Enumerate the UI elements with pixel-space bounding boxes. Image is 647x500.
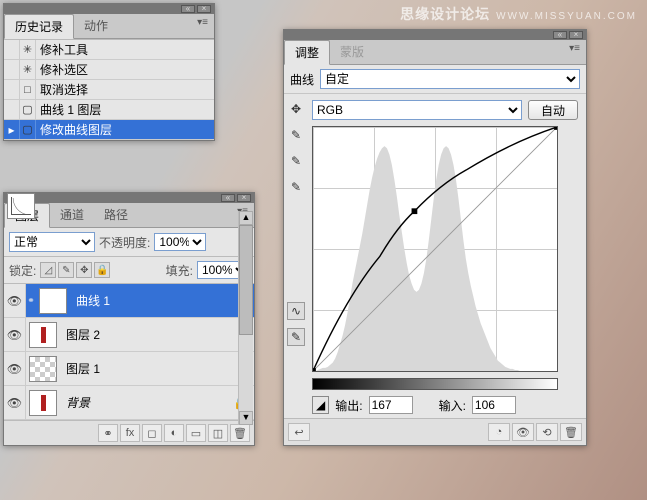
layer-row[interactable]: 👁 图层 2 <box>4 318 254 352</box>
history-item[interactable]: ✳修补选区 <box>4 60 214 80</box>
history-panel: «× 历史记录 动作 ▾≡ ✳修补工具✳修补选区□取消选择▢曲线 1 图层▸▢修… <box>3 3 215 141</box>
visibility-icon[interactable]: 👁 <box>4 352 26 385</box>
visibility-icon[interactable]: 👁 <box>4 318 26 351</box>
layer-row[interactable]: 👁 图层 1 <box>4 352 254 386</box>
blend-mode-select[interactable]: 正常 <box>9 232 95 252</box>
lock-position-icon[interactable]: ✥ <box>76 262 92 278</box>
reset-icon[interactable]: ⟲ <box>536 423 558 441</box>
layers-tabs: 图层 通道 路径 ▾≡ <box>4 203 254 228</box>
channel-select[interactable]: RGB <box>312 100 522 120</box>
panel-titlebar[interactable]: «× <box>4 193 254 203</box>
collapse-icon[interactable]: « <box>221 194 235 202</box>
layer-style-icon[interactable]: fx <box>120 424 140 442</box>
panel-menu-icon[interactable]: ▾≡ <box>191 14 214 38</box>
lock-transparency-icon[interactable]: ◿ <box>40 262 56 278</box>
histogram-icon[interactable]: ◢ <box>312 396 329 414</box>
layer-name[interactable]: 图层 1 <box>60 360 254 377</box>
target-adjust-icon[interactable]: ✥ <box>287 100 305 118</box>
tab-actions[interactable]: 动作 <box>74 14 118 38</box>
tab-paths[interactable]: 路径 <box>94 203 138 227</box>
layer-row[interactable]: 👁背景🔒 <box>4 386 254 420</box>
tab-adjustments[interactable]: 调整 <box>284 40 330 65</box>
close-icon[interactable]: × <box>197 5 211 13</box>
output-field[interactable] <box>369 396 413 414</box>
tab-channels[interactable]: 通道 <box>50 203 94 227</box>
visibility-icon[interactable]: 👁 <box>4 386 26 419</box>
history-item[interactable]: ▸▢修改曲线图层 <box>4 120 214 140</box>
curves-toolbar: ✥ ✎ ✎ ✎ ∿ ✎ <box>284 94 308 418</box>
layer-thumb[interactable] <box>29 322 57 348</box>
history-list: ✳修补工具✳修补选区□取消选择▢曲线 1 图层▸▢修改曲线图层 <box>4 39 214 140</box>
preset-select[interactable]: 自定 <box>320 69 580 89</box>
eyedropper-gray-icon[interactable]: ✎ <box>287 152 305 170</box>
group-icon[interactable]: ▭ <box>186 424 206 442</box>
lock-label: 锁定: <box>9 262 36 279</box>
scrollbar[interactable]: ▲▼ <box>238 211 253 425</box>
watermark: 思缘设计论坛WWW.MISSYUAN.COM <box>400 4 637 24</box>
fill-label: 填充: <box>166 262 193 279</box>
delete-layer-icon[interactable]: 🗑 <box>230 424 250 442</box>
layer-list: 👁⚭曲线 1👁图层 2👁图层 1👁背景🔒 <box>4 284 254 420</box>
auto-button[interactable]: 自动 <box>528 100 578 120</box>
visibility-icon[interactable]: 👁 <box>4 284 26 317</box>
history-item[interactable]: □取消选择 <box>4 80 214 100</box>
adjust-footer: ↩ ◔ 👁 ⟲ 🗑 <box>284 418 586 445</box>
adjustment-thumb[interactable] <box>7 193 35 219</box>
clip-layer-icon[interactable]: ◔ <box>488 423 510 441</box>
adjust-tabs: 调整 蒙版 ▾≡ <box>284 40 586 65</box>
new-layer-icon[interactable]: ◫ <box>208 424 228 442</box>
layer-name[interactable]: 曲线 1 <box>70 292 254 309</box>
adjustment-layer-icon[interactable]: ◐ <box>164 424 184 442</box>
tab-masks[interactable]: 蒙版 <box>330 40 374 64</box>
curve-point-mode-icon[interactable]: ∿ <box>287 302 305 320</box>
close-icon[interactable]: × <box>569 31 583 39</box>
panel-titlebar[interactable]: «× <box>284 30 586 40</box>
layer-row[interactable]: 👁⚭曲线 1 <box>4 284 254 318</box>
history-tabs: 历史记录 动作 ▾≡ <box>4 14 214 39</box>
collapse-icon[interactable]: « <box>181 5 195 13</box>
opacity-label: 不透明度: <box>99 234 150 251</box>
eyedropper-white-icon[interactable]: ✎ <box>287 178 305 196</box>
layers-panel: «× 图层 通道 路径 ▾≡ 正常 不透明度: 100% 锁定: ◿ ✎ ✥ 🔒… <box>3 192 255 446</box>
opacity-select[interactable]: 100% <box>154 233 206 251</box>
input-label: 输入: <box>439 397 466 414</box>
layer-name[interactable]: 背景 <box>60 394 227 411</box>
curve-draw-mode-icon[interactable]: ✎ <box>287 328 305 346</box>
panel-titlebar[interactable]: «× <box>4 4 214 14</box>
layer-mask-icon[interactable]: ◻ <box>142 424 162 442</box>
output-label: 输出: <box>335 397 362 414</box>
return-icon[interactable]: ↩ <box>288 423 310 441</box>
curves-graph[interactable] <box>312 126 558 372</box>
input-field[interactable] <box>472 396 516 414</box>
delete-adjust-icon[interactable]: 🗑 <box>560 423 582 441</box>
close-icon[interactable]: × <box>237 194 251 202</box>
history-item[interactable]: ▢曲线 1 图层 <box>4 100 214 120</box>
lock-all-icon[interactable]: 🔒 <box>94 262 110 278</box>
layers-footer: ⚭ fx ◻ ◐ ▭ ◫ 🗑 <box>4 420 254 445</box>
mask-thumb[interactable] <box>39 288 67 314</box>
layer-name[interactable]: 图层 2 <box>60 326 254 343</box>
input-gradient <box>312 378 558 390</box>
collapse-icon[interactable]: « <box>553 31 567 39</box>
adjustment-type-label: 曲线 <box>290 71 314 88</box>
view-previous-icon[interactable]: 👁 <box>512 423 534 441</box>
eyedropper-black-icon[interactable]: ✎ <box>287 126 305 144</box>
layer-thumb[interactable] <box>29 390 57 416</box>
adjustments-panel: «× 调整 蒙版 ▾≡ 曲线 自定 ✥ ✎ ✎ ✎ ∿ ✎ RGB 自动 <box>283 29 587 446</box>
panel-menu-icon[interactable]: ▾≡ <box>563 40 586 64</box>
link-layers-icon[interactable]: ⚭ <box>98 424 118 442</box>
history-item[interactable]: ✳修补工具 <box>4 40 214 60</box>
lock-pixels-icon[interactable]: ✎ <box>58 262 74 278</box>
layer-thumb[interactable] <box>29 356 57 382</box>
tab-history[interactable]: 历史记录 <box>4 14 74 39</box>
